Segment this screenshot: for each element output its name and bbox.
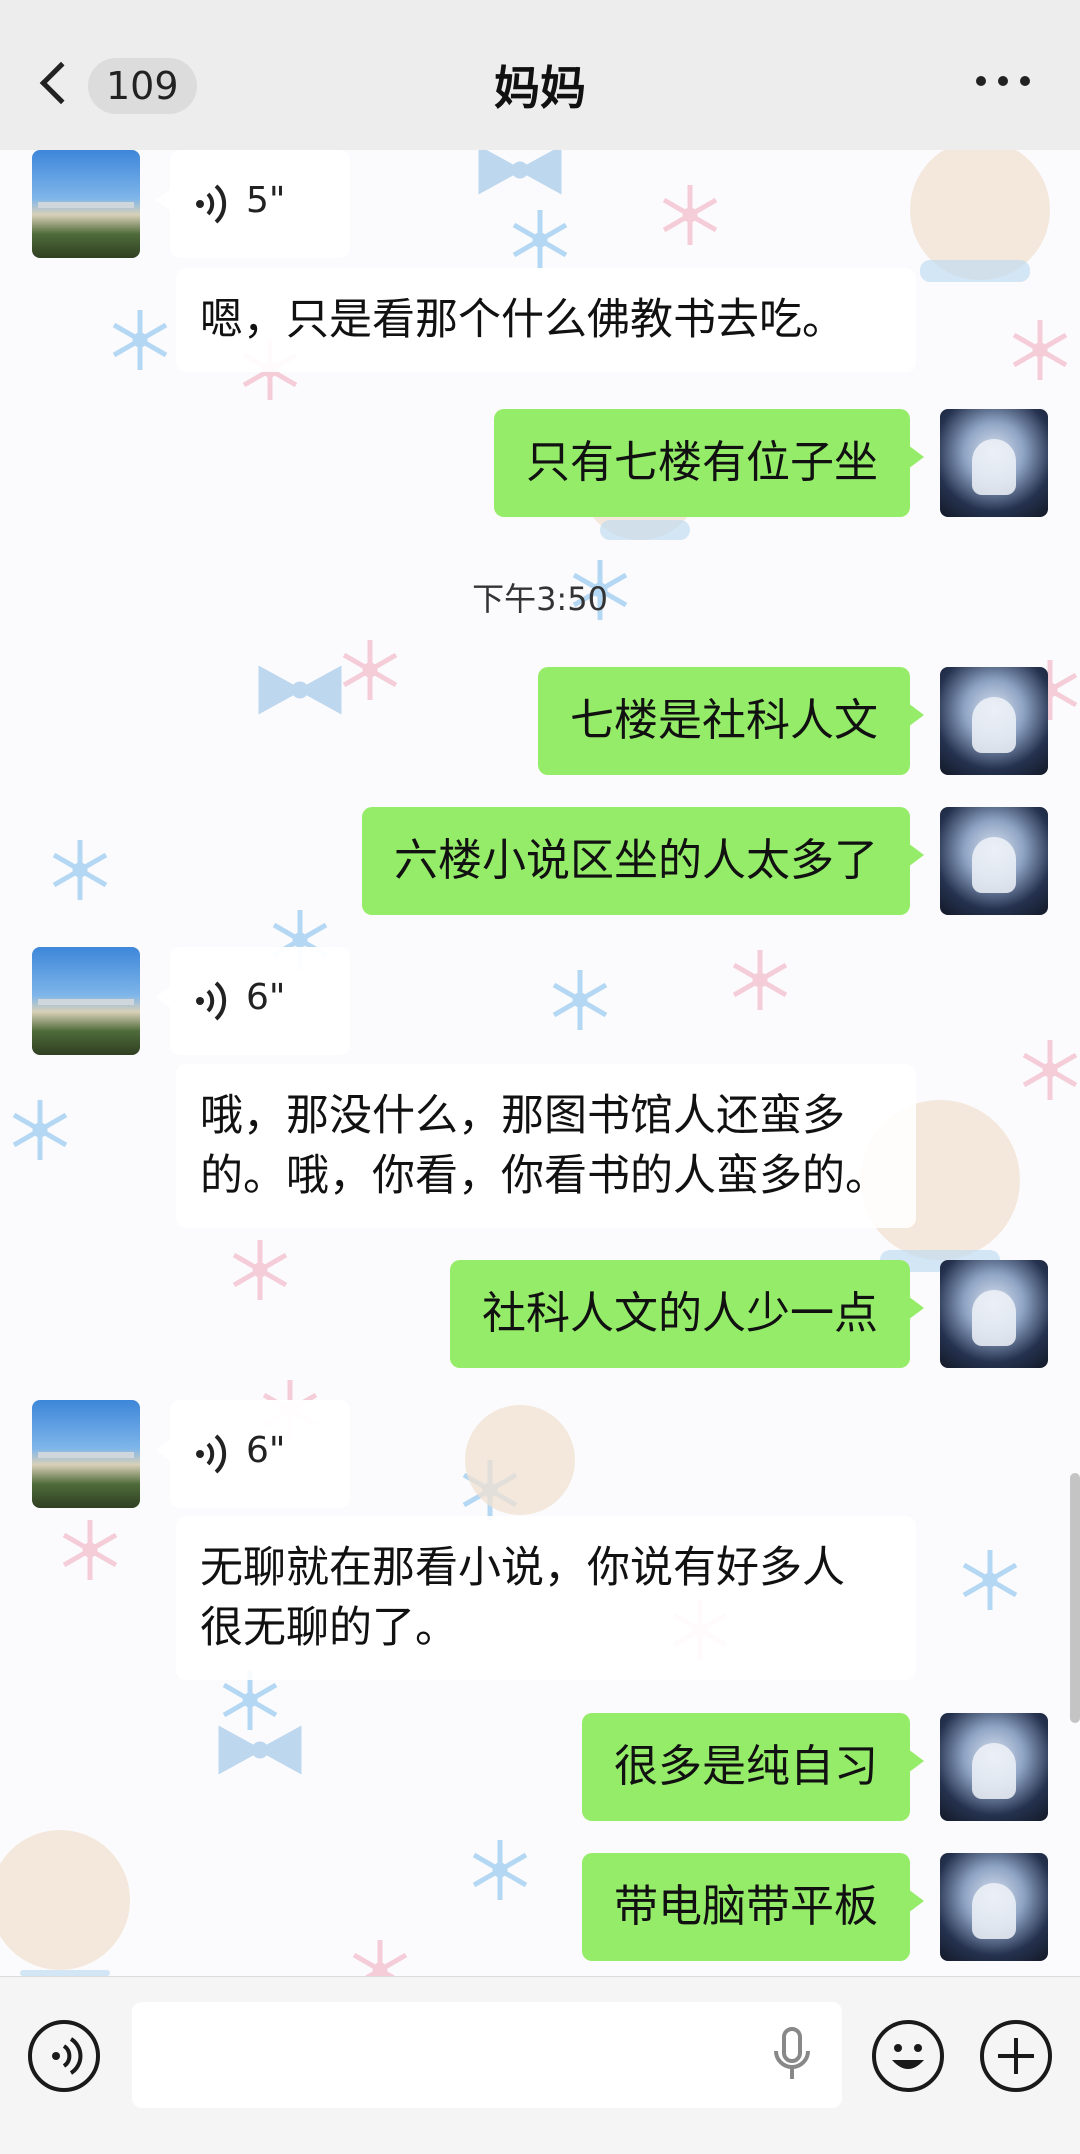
voice-duration: 6"	[246, 1430, 286, 1471]
contact-avatar[interactable]	[32, 150, 140, 258]
voice-wave-icon	[196, 184, 227, 224]
transcript-line: 的。哦，你看，你看书的人蛮多的。	[200, 1151, 888, 1201]
voice-transcript: 无聊就在那看小说，你说有好多人 很无聊的了。	[176, 1516, 916, 1680]
my-avatar[interactable]	[940, 409, 1048, 517]
text-message[interactable]: 社科人文的人少一点	[450, 1260, 924, 1368]
voice-message[interactable]: 5"	[156, 150, 350, 258]
plus-icon	[998, 2038, 1034, 2074]
contact-avatar[interactable]	[32, 1400, 140, 1508]
voice-duration: 6"	[246, 977, 286, 1018]
emoji-icon	[892, 2044, 924, 2069]
chat-header: 109 妈妈	[0, 0, 1080, 150]
voice-message[interactable]: 6"	[156, 947, 350, 1055]
transcript-line: 哦，那没什么，那图书馆人还蛮多	[200, 1091, 845, 1141]
my-avatar[interactable]	[940, 1713, 1048, 1821]
input-bar	[0, 1976, 1080, 2154]
voice-message[interactable]: 6"	[156, 1400, 350, 1508]
voice-wave-icon	[196, 981, 227, 1021]
contact-avatar[interactable]	[32, 947, 140, 1055]
more-actions-button[interactable]	[980, 2020, 1052, 2092]
text-message[interactable]: 只有七楼有位子坐	[494, 409, 924, 517]
voice-duration: 5"	[246, 180, 286, 221]
voice-transcript: 哦，那没什么，那图书馆人还蛮多 的。哦，你看，你看书的人蛮多的。	[176, 1064, 916, 1228]
voice-wave-icon	[196, 1434, 227, 1474]
text-message[interactable]: 六楼小说区坐的人太多了	[362, 807, 924, 915]
transcript-line: 很无聊的了。	[200, 1603, 458, 1653]
chat-screen: 109 妈妈 5" 嗯，只是看那个什么佛教书去吃。 只有七楼有位子坐 下午3:5…	[0, 0, 1080, 2154]
text-message[interactable]: 很多是纯自习	[582, 1713, 924, 1821]
my-avatar[interactable]	[940, 667, 1048, 775]
my-avatar[interactable]	[940, 1260, 1048, 1368]
my-avatar[interactable]	[940, 807, 1048, 915]
emoji-button[interactable]	[872, 2020, 944, 2092]
message-input[interactable]	[132, 2002, 842, 2108]
my-avatar[interactable]	[940, 1853, 1048, 1961]
text-message[interactable]: 七楼是社科人文	[538, 667, 924, 775]
message-timestamp: 下午3:50	[472, 580, 608, 618]
chat-message-list[interactable]: 5" 嗯，只是看那个什么佛教书去吃。 只有七楼有位子坐 下午3:50 七楼是社科…	[0, 150, 1080, 1976]
transcript-line: 无聊就在那看小说，你说有好多人	[200, 1543, 845, 1593]
voice-transcript: 嗯，只是看那个什么佛教书去吃。	[176, 268, 916, 372]
voice-mode-icon	[52, 2037, 83, 2075]
more-dots-icon[interactable]	[976, 74, 1030, 88]
text-message[interactable]: 带电脑带平板	[582, 1853, 924, 1961]
voice-mode-button[interactable]	[28, 2020, 100, 2092]
chat-title: 妈妈	[494, 61, 586, 115]
scrollbar[interactable]	[1070, 1473, 1080, 1723]
microphone-icon[interactable]	[770, 2027, 814, 2083]
